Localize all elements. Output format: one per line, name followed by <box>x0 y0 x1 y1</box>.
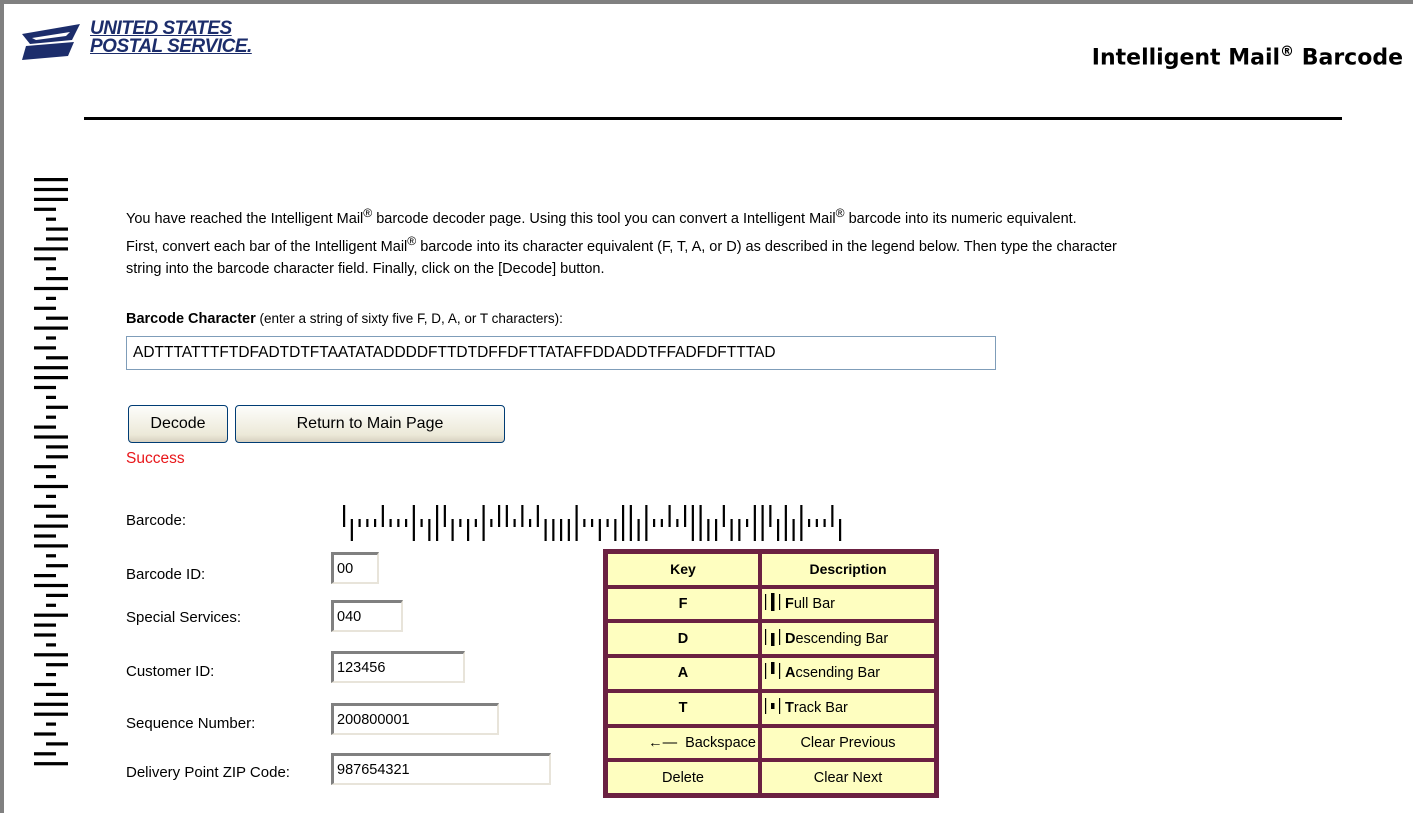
legend-backspace[interactable]: ←— Backspace <box>607 726 759 760</box>
barcode-character-label: Barcode Character (enter a string of six… <box>126 311 563 327</box>
legend-delete[interactable]: Delete <box>607 761 759 794</box>
special-services-label: Special Services: <box>126 609 242 626</box>
full-bar-icon <box>765 593 783 615</box>
legend-desc-full-bar[interactable]: Full Bar <box>761 587 935 621</box>
logo-line-2: POSTAL SERVICE. <box>90 36 252 57</box>
eagle-icon <box>22 24 80 60</box>
return-to-main-button[interactable]: Return to Main Page <box>235 405 505 443</box>
legend-key-header: Key <box>607 553 759 586</box>
legend-desc-descending-bar[interactable]: Descending Bar <box>761 622 935 656</box>
status-message: Success <box>126 450 185 467</box>
usps-logo: UNITED STATES POSTAL SERVICE. <box>22 19 282 64</box>
page-title: Intelligent Mail® Barcode <box>1091 44 1403 71</box>
window-frame-top <box>0 0 1413 4</box>
legend-clear-previous[interactable]: Clear Previous <box>761 726 935 760</box>
customer-id-label: Customer ID: <box>126 663 215 680</box>
legend-key-a[interactable]: A <box>607 657 759 690</box>
barcode-legend: Key Description F Full Bar D Descending … <box>603 549 939 798</box>
barcode-id-label: Barcode ID: <box>126 566 206 583</box>
decoded-barcode-image <box>343 505 842 541</box>
left-arrow-icon: ←— <box>648 734 678 751</box>
barcode-id-field[interactable] <box>331 552 379 584</box>
sequence-number-field[interactable] <box>331 703 499 735</box>
sequence-number-label: Sequence Number: <box>126 715 256 732</box>
legend-key-d[interactable]: D <box>607 622 759 656</box>
legend-key-f[interactable]: F <box>607 587 759 621</box>
window-frame-left <box>0 0 4 813</box>
delivery-zip-field[interactable] <box>331 753 551 785</box>
legend-desc-track-bar[interactable]: Track Bar <box>761 691 935 725</box>
special-services-field[interactable] <box>331 600 403 632</box>
legend-description-header: Description <box>761 553 935 586</box>
barcode-character-input[interactable] <box>126 336 996 370</box>
legend-clear-next[interactable]: Clear Next <box>761 761 935 794</box>
descending-bar-icon <box>765 628 783 650</box>
header-divider <box>84 117 1342 120</box>
delivery-zip-label: Delivery Point ZIP Code: <box>126 764 290 781</box>
track-bar-icon <box>765 697 783 719</box>
ascending-bar-icon <box>765 662 783 684</box>
decode-button[interactable]: Decode <box>128 405 228 443</box>
legend-desc-ascending-bar[interactable]: Acsending Bar <box>761 657 935 690</box>
intro-text: You have reached the Intelligent Mail® b… <box>126 206 1117 277</box>
barcode-label: Barcode: <box>126 512 187 529</box>
vertical-barcode-decoration <box>34 178 68 766</box>
customer-id-field[interactable] <box>331 651 465 683</box>
legend-key-t[interactable]: T <box>607 691 759 725</box>
